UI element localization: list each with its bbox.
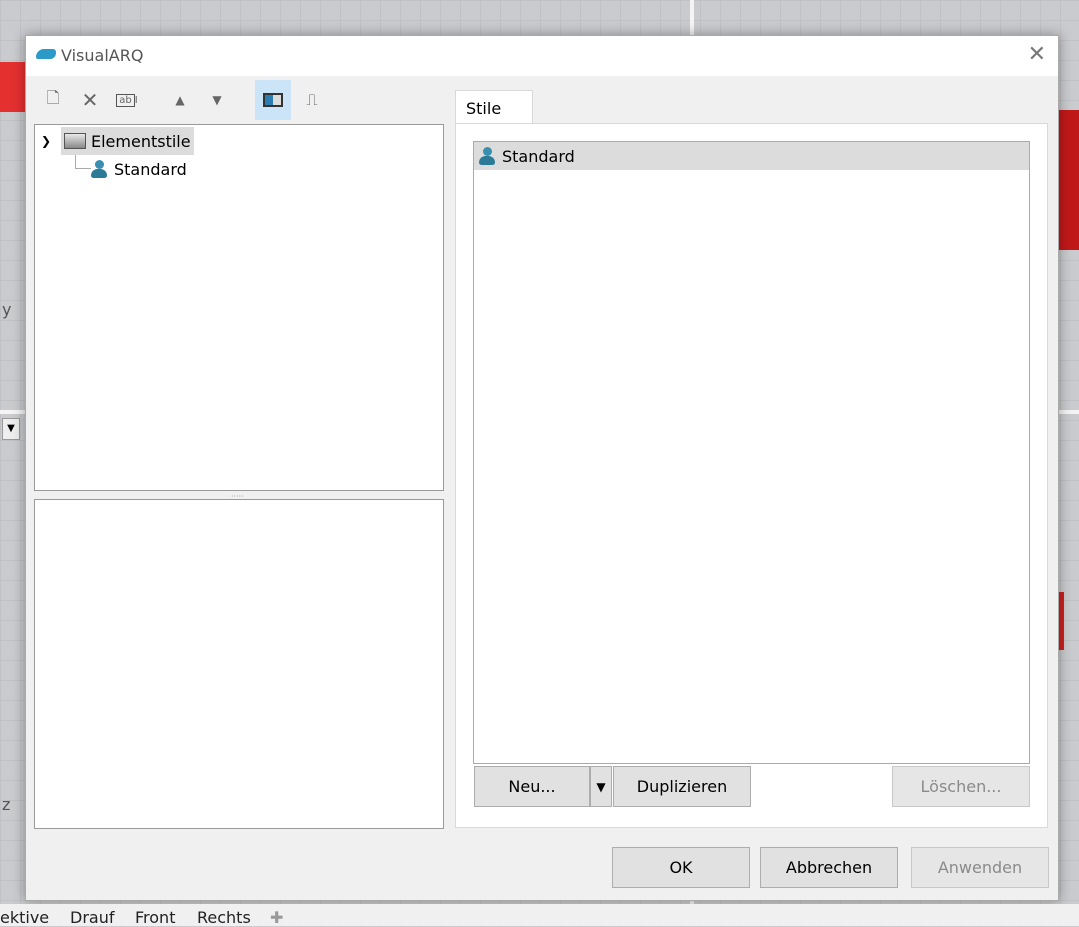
viewport-tab-rechts[interactable]: Rechts <box>197 908 251 927</box>
axis-label-y: y <box>2 300 12 319</box>
tree-item-elementstile[interactable]: ❯ Elementstile <box>41 127 194 155</box>
tree-item-label: Standard <box>114 159 187 179</box>
new-icon[interactable]: 🗋 <box>35 80 71 120</box>
delete-button[interactable]: Löschen... <box>892 766 1030 807</box>
styles-list: Standard <box>473 141 1030 764</box>
cancel-button[interactable]: Abbrechen <box>760 847 898 888</box>
rename-icon[interactable]: ab I <box>109 80 145 120</box>
new-dropdown-arrow-icon[interactable]: ▼ <box>590 766 612 807</box>
properties-panel <box>34 499 444 829</box>
viewport-menu-button[interactable]: ▼ <box>2 418 20 440</box>
ok-button[interactable]: OK <box>612 847 750 888</box>
apply-button[interactable]: Anwenden <box>911 847 1049 888</box>
viewport-tab-perspektive[interactable]: ektive <box>0 908 49 927</box>
axis-label-z: z <box>2 795 11 814</box>
chevron-down-icon[interactable]: ❯ <box>41 134 61 148</box>
viewport-tab-drauf[interactable]: Drauf <box>70 908 114 927</box>
list-item-label: Standard <box>502 146 575 166</box>
tab-label: Stile <box>466 99 502 118</box>
tree-item-label: Elementstile <box>91 131 191 151</box>
red-object <box>1058 110 1079 250</box>
add-viewport-icon[interactable]: ✚ <box>270 908 283 927</box>
visualarq-dialog: VisualARQ ✕ 🗋 ✕ ab I ▲ ▼ ⎍ ❯ Elementstile… <box>25 35 1059 901</box>
red-object <box>0 62 25 112</box>
tree-item-standard[interactable]: Standard <box>90 155 187 183</box>
new-button[interactable]: Neu... <box>474 766 590 807</box>
style-person-icon <box>478 147 496 165</box>
title-bar: VisualARQ ✕ <box>26 36 1058 76</box>
list-item-standard[interactable]: Standard <box>474 142 1029 170</box>
tab-content: Standard Neu... ▼ Duplizieren Löschen... <box>455 123 1048 828</box>
close-icon[interactable]: ✕ <box>1028 42 1046 67</box>
folder-icon <box>64 133 86 149</box>
visualarq-logo-icon <box>36 49 56 59</box>
move-down-icon[interactable]: ▼ <box>199 80 235 120</box>
duplicate-button[interactable]: Duplizieren <box>613 766 751 807</box>
tab-stile[interactable]: Stile <box>455 90 533 124</box>
dialog-title: VisualARQ <box>61 46 144 65</box>
move-up-icon[interactable]: ▲ <box>162 80 198 120</box>
profile-icon[interactable]: ⎍ <box>294 80 330 120</box>
viewport-tab-front[interactable]: Front <box>135 908 175 927</box>
delete-icon[interactable]: ✕ <box>72 80 108 120</box>
style-person-icon <box>90 160 108 178</box>
viewport-tabs: ektive Drauf Front Rechts ✚ <box>0 904 1079 927</box>
layout-icon[interactable] <box>255 80 291 120</box>
style-tree: ❯ Elementstile Standard <box>34 124 444 491</box>
